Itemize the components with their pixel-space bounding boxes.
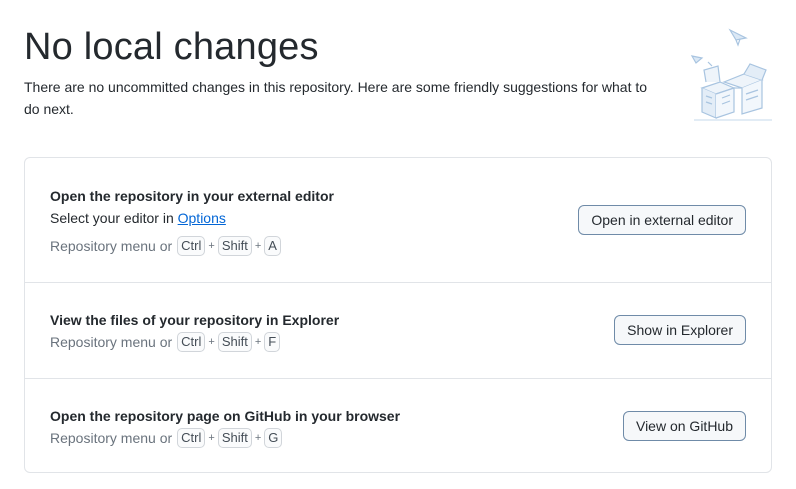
suggestion-description: Select your editor in Options <box>50 208 226 228</box>
open-external-editor-button[interactable]: Open in external editor <box>578 205 746 235</box>
key-shift: Shift <box>217 428 252 448</box>
options-link[interactable]: Options <box>178 210 226 226</box>
view-on-github-button[interactable]: View on GitHub <box>622 411 746 441</box>
no-changes-page: No local changes There are no uncommitte… <box>0 0 796 489</box>
key-shift: Shift <box>217 236 252 256</box>
key-f: F <box>264 332 281 352</box>
shortcut-prefix: Repository menu or <box>50 430 173 446</box>
suggestion-view-on-github: Open the repository page on GitHub in yo… <box>25 379 771 473</box>
key-plus: + <box>208 432 215 444</box>
key-plus: + <box>208 240 215 252</box>
suggestion-title: View the files of your repository in Exp… <box>50 312 340 328</box>
page-title: No local changes <box>24 26 319 68</box>
shortcut-hint: Repository menu or Ctrl + Shift + G <box>50 428 283 448</box>
suggestions-card: Open the repository in your external edi… <box>24 157 772 473</box>
key-ctrl: Ctrl <box>177 332 206 352</box>
key-a: A <box>264 236 281 256</box>
key-ctrl: Ctrl <box>177 428 206 448</box>
empty-boxes-illustration-icon <box>690 28 772 121</box>
shortcut-hint: Repository menu or Ctrl + Shift + F <box>50 332 281 352</box>
suggestion-title: Open the repository in your external edi… <box>50 188 334 204</box>
header: No local changes There are no uncommitte… <box>24 24 664 120</box>
suggestion-show-in-explorer: View the files of your repository in Exp… <box>25 283 771 379</box>
show-in-explorer-button[interactable]: Show in Explorer <box>614 315 746 345</box>
suggestion-title: Open the repository page on GitHub in yo… <box>50 408 401 424</box>
key-g: G <box>264 428 283 448</box>
editor-text: Select your editor in <box>50 210 178 226</box>
key-plus: + <box>254 336 262 348</box>
shortcut-prefix: Repository menu or <box>50 334 173 350</box>
shortcut-hint: Repository menu or Ctrl + Shift + A <box>50 236 281 256</box>
shortcut-prefix: Repository menu or <box>50 238 173 254</box>
key-plus: + <box>254 432 262 444</box>
key-shift: Shift <box>217 332 252 352</box>
page-subtitle: There are no uncommitted changes in this… <box>24 79 648 117</box>
key-ctrl: Ctrl <box>177 236 206 256</box>
suggestion-external-editor: Open the repository in your external edi… <box>25 158 771 283</box>
key-plus: + <box>254 240 262 252</box>
key-plus: + <box>208 336 215 348</box>
